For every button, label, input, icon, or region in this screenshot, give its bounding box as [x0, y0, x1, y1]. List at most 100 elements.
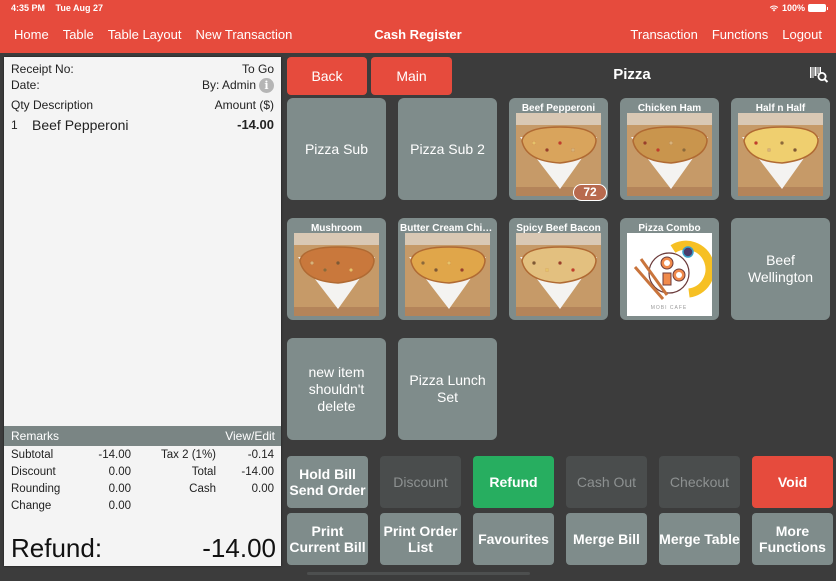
status-bar-right: 100%: [769, 3, 828, 13]
void-button[interactable]: Void: [752, 456, 833, 508]
receipt-column-headers: Qty Description Amount ($): [11, 98, 274, 112]
nav-right: Transaction Functions Logout: [630, 27, 822, 42]
nav-functions[interactable]: Functions: [712, 27, 768, 42]
item-amount: -14.00: [237, 117, 274, 132]
button-label: Merge Table: [659, 531, 740, 547]
menu-tile-pizza-combo[interactable]: Pizza Combo MOBI CAFE: [620, 218, 719, 320]
item-description: Beef Pepperoni: [32, 117, 129, 133]
remarks-view-edit[interactable]: View/Edit: [225, 429, 275, 443]
totals-row: Subtotal -14.00 Tax 2 (1%) -0.14: [11, 449, 274, 466]
button-label: Favourites: [478, 531, 549, 547]
favourites-button[interactable]: Favourites: [473, 513, 554, 565]
menu-tile-butter-cream-chic[interactable]: Butter Cream Chic...: [398, 218, 497, 320]
discount-label: Discount: [11, 466, 56, 478]
button-label: Refund: [489, 474, 538, 490]
nav-logout[interactable]: Logout: [782, 27, 822, 42]
pizza-image: [516, 233, 601, 316]
column-qty-desc: Qty Description: [11, 98, 93, 112]
print-current-bill-button[interactable]: Print Current Bill: [287, 513, 368, 565]
wifi-icon: [769, 5, 779, 12]
menu-tile-beef-pepperoni[interactable]: Beef Pepperoni 72: [509, 98, 608, 201]
more-functions-button[interactable]: More Functions: [752, 513, 833, 565]
menu-tile-chicken-ham[interactable]: Chicken Ham: [620, 98, 719, 200]
tax-value: -0.14: [247, 449, 274, 461]
date-row: Date: By: Admin i: [11, 78, 274, 94]
checkout-button[interactable]: Checkout: [659, 456, 740, 508]
refund-label: Refund:: [11, 533, 103, 563]
totals-row: Rounding 0.00 Cash 0.00: [11, 483, 274, 500]
pizza-image: [294, 233, 379, 316]
menu-tile-beef-wellington[interactable]: Beef Wellington: [731, 218, 830, 320]
column-amount: Amount ($): [214, 98, 274, 112]
back-button[interactable]: Back: [287, 57, 367, 95]
menu-tile-mushroom[interactable]: Mushroom: [287, 218, 386, 320]
main-button[interactable]: Main: [371, 57, 452, 95]
receipt-line-item[interactable]: 1 Beef Pepperoni -14.00: [11, 117, 274, 133]
change-value: 0.00: [108, 500, 131, 512]
cafe-logo-image: MOBI CAFE: [627, 233, 712, 316]
subtotal-label: Subtotal: [11, 449, 54, 461]
item-qty: 1: [11, 118, 18, 132]
pizza-image: [738, 113, 823, 196]
battery-icon: [808, 4, 828, 12]
refund-total: Refund: -14.00: [11, 533, 276, 564]
refund-button[interactable]: Refund: [473, 456, 554, 508]
stock-count-badge: 72: [573, 184, 607, 201]
total-label: Total: [191, 466, 216, 478]
merge-bill-button[interactable]: Merge Bill: [566, 513, 647, 565]
menu-tile-label: Pizza Sub 2: [410, 140, 485, 157]
menu-tile-half-n-half[interactable]: Half n Half: [731, 98, 830, 200]
nav-table[interactable]: Table: [63, 27, 94, 42]
button-label: Discount: [393, 474, 448, 490]
pizza-image: [405, 233, 490, 316]
nav-home[interactable]: Home: [14, 27, 49, 42]
totals-section: Subtotal -14.00 Tax 2 (1%) -0.14 Discoun…: [11, 449, 274, 517]
receipt-panel: Receipt No: To Go Date: By: Admin i Qty D…: [4, 57, 281, 566]
cash-out-button[interactable]: Cash Out: [566, 456, 647, 508]
discount-button[interactable]: Discount: [380, 456, 461, 508]
button-label: Merge Bill: [573, 531, 640, 547]
menu-tile-pizza-lunch-set[interactable]: Pizza Lunch Set: [398, 338, 497, 440]
button-label: More Functions: [759, 523, 826, 555]
menu-tile-new-item-shouldn-t-delete[interactable]: new item shouldn't delete: [287, 338, 386, 440]
receipt-no-label: Receipt No:: [11, 62, 74, 76]
merge-table-button[interactable]: Merge Table: [659, 513, 740, 565]
menu-tile-pizza-sub[interactable]: Pizza Sub: [287, 98, 386, 200]
total-value: -14.00: [241, 466, 274, 478]
rounding-label: Rounding: [11, 483, 61, 495]
print-order-list-button[interactable]: Print Order List: [380, 513, 461, 565]
status-date: Tue Aug 27: [55, 3, 104, 13]
nav-table-layout[interactable]: Table Layout: [108, 27, 182, 42]
order-type[interactable]: To Go: [242, 62, 274, 76]
menu-tile-label: Beef Wellington: [747, 252, 814, 285]
tax-label: Tax 2 (1%): [161, 449, 216, 461]
column-description: Description: [33, 98, 94, 112]
category-title: Pizza: [613, 66, 651, 83]
menu-tile-label: new item shouldn't delete: [308, 363, 365, 414]
status-time: 4:35 PM: [11, 3, 46, 13]
menu-tile-label: Pizza Lunch Set: [409, 372, 486, 405]
svg-text:MOBI CAFE: MOBI CAFE: [651, 305, 688, 311]
horizontal-scrollbar[interactable]: [307, 572, 530, 575]
cash-label: Cash: [189, 483, 216, 495]
battery-percent: 100%: [781, 3, 805, 13]
button-label: Void: [777, 474, 808, 490]
top-bar: 4:35 PM Tue Aug 27 100% Home Table Table…: [0, 0, 836, 53]
subtotal-value: -14.00: [98, 449, 131, 461]
rounding-value: 0.00: [108, 483, 131, 495]
receipt-no-row: Receipt No: To Go: [11, 62, 274, 76]
nav-left: Home Table Table Layout New Transaction: [14, 27, 292, 42]
cash-value: 0.00: [251, 483, 274, 495]
menu-tile-spicy-beef-bacon[interactable]: Spicy Beef Bacon: [509, 218, 608, 320]
barcode-search-icon[interactable]: [808, 64, 830, 84]
hold-bill-send-order-button[interactable]: Hold Bill Send Order: [287, 456, 368, 508]
remarks-bar[interactable]: Remarks View/Edit: [4, 426, 281, 446]
menu-tile-pizza-sub-2[interactable]: Pizza Sub 2: [398, 98, 497, 200]
nav-new-transaction[interactable]: New Transaction: [196, 27, 293, 42]
button-label: Hold Bill Send Order: [289, 466, 366, 498]
menu-tile-label: Pizza Sub: [304, 140, 369, 157]
info-icon[interactable]: i: [259, 78, 274, 94]
pizza-image: [627, 113, 712, 196]
button-label: Checkout: [669, 474, 730, 490]
nav-transaction[interactable]: Transaction: [630, 27, 697, 42]
